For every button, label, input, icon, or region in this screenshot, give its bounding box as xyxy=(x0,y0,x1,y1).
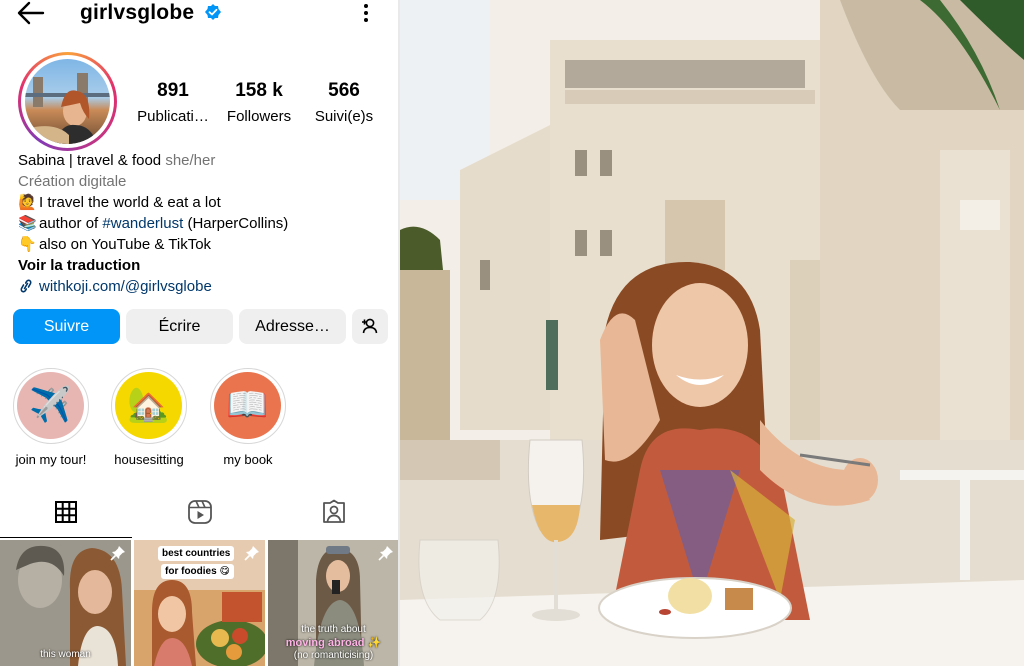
wanderlust-hashtag-link[interactable]: #wanderlust xyxy=(102,215,183,232)
profile-username: girlvsglobe xyxy=(80,1,195,24)
display-name: Sabina | travel & food xyxy=(18,152,162,169)
followers-count: 158 k xyxy=(235,80,283,101)
post-caption: (no romanticising) xyxy=(293,650,374,661)
highlight-housesitting[interactable]: 🏡 housesitting xyxy=(109,368,189,467)
more-options-icon[interactable] xyxy=(358,2,374,24)
posts-count: 891 xyxy=(157,80,189,101)
followers-label: Followers xyxy=(226,108,292,125)
pinned-post-icon xyxy=(244,546,259,561)
avatar-photo xyxy=(25,59,110,144)
tab-reels[interactable] xyxy=(133,494,265,538)
category-label: Création digitale xyxy=(18,173,127,190)
featured-photo xyxy=(400,0,1024,666)
post-caption: the truth about xyxy=(301,624,366,635)
back-arrow-icon[interactable] xyxy=(16,0,46,26)
tab-posts-grid[interactable] xyxy=(0,494,132,538)
posts-count-stat[interactable]: 891 Publicati… xyxy=(128,80,218,125)
add-person-icon xyxy=(362,318,378,334)
profile-panel: girlvsglobe 891 Publicati… 158 k Followe… xyxy=(0,0,398,666)
reels-icon xyxy=(188,500,212,524)
airplane-icon: ✈️ xyxy=(17,372,84,439)
bio-website-link[interactable]: withkoji.com/@girlvsglobe xyxy=(18,276,388,297)
profile-avatar[interactable] xyxy=(18,52,117,151)
link-icon xyxy=(20,279,32,293)
pinned-post-icon xyxy=(110,546,125,561)
open-book-icon: 📖 xyxy=(214,372,281,439)
post-thumbnail[interactable]: this woman xyxy=(0,540,131,666)
pointing-down-icon: 👇 xyxy=(18,235,37,253)
post-caption: moving abroad ✨ xyxy=(285,637,382,649)
verified-badge-icon xyxy=(205,4,221,20)
post-caption: this woman xyxy=(40,649,91,660)
pronouns: she/her xyxy=(165,152,216,169)
bio-line-social: 👇 also on YouTube & TikTok xyxy=(18,235,212,253)
following-label: Suivi(e)s xyxy=(314,108,374,125)
books-icon: 📚 xyxy=(18,214,37,232)
post-title-label: for foodies 😋 xyxy=(161,564,234,579)
post-title-label: best countries xyxy=(158,546,235,561)
follow-button[interactable]: Suivre xyxy=(13,309,120,344)
highlight-label: join my tour! xyxy=(15,452,87,467)
post-thumbnail[interactable]: best countries for foodies 😋 xyxy=(134,540,265,666)
address-button[interactable]: Adresse… xyxy=(239,309,346,344)
woman-raising-hand-icon: 🙋 xyxy=(18,193,37,211)
suggested-users-button[interactable] xyxy=(352,309,388,344)
top-bar: girlvsglobe xyxy=(0,0,398,30)
tab-tagged[interactable] xyxy=(266,494,398,538)
following-count: 566 xyxy=(328,80,360,101)
highlight-label: housesitting xyxy=(114,452,184,467)
pinned-post-icon xyxy=(378,546,393,561)
following-stat[interactable]: 566 Suivi(e)s xyxy=(299,80,389,125)
house-with-garden-icon: 🏡 xyxy=(115,372,182,439)
profile-bio: Sabina | travel & food she/her Création … xyxy=(18,150,388,297)
profile-tabs xyxy=(0,494,398,538)
posts-label: Publicati… xyxy=(137,108,209,125)
bio-line-book: 📚 author of #wanderlust (HarperCollins) xyxy=(18,214,289,232)
grid-icon xyxy=(55,501,77,523)
see-translation-link[interactable]: Voir la traduction xyxy=(18,255,388,276)
highlight-join-tour[interactable]: ✈️ join my tour! xyxy=(11,368,91,467)
followers-stat[interactable]: 158 k Followers xyxy=(214,80,304,125)
tagged-person-icon xyxy=(323,499,345,523)
highlight-my-book[interactable]: 📖 my book xyxy=(208,368,288,467)
bio-line-travel: 🙋 I travel the world & eat a lot xyxy=(18,193,221,211)
highlight-label: my book xyxy=(223,452,273,467)
post-thumbnail[interactable]: the truth about moving abroad ✨ (no roma… xyxy=(268,540,398,666)
message-button[interactable]: Écrire xyxy=(126,309,233,344)
